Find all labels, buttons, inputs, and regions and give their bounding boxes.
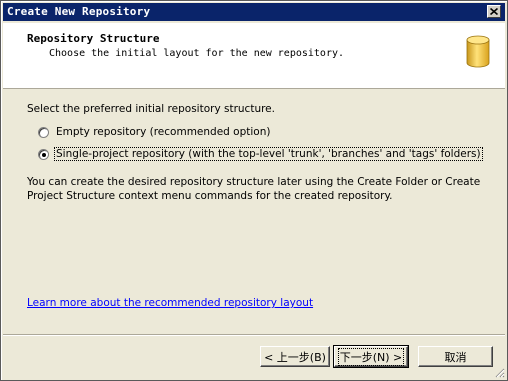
next-button[interactable]: 下一步(N) > — [333, 345, 409, 368]
wizard-header: Repository Structure Choose the initial … — [3, 23, 505, 89]
create-repository-dialog: Create New Repository Repository Structu… — [0, 0, 508, 381]
structure-info-text: You can create the desired repository st… — [27, 176, 481, 202]
page-subtitle: Choose the initial layout for the new re… — [49, 48, 345, 59]
option-empty-label[interactable]: Empty repository (recommended option) — [55, 126, 271, 138]
option-single-project-label[interactable]: Single-project repository (with the top-… — [54, 147, 483, 161]
back-button-label: < 上一步(B) — [264, 350, 326, 364]
resize-grip-icon[interactable] — [493, 366, 505, 378]
back-button[interactable]: < 上一步(B) — [260, 346, 330, 367]
learn-more-link[interactable]: Learn more about the recommended reposit… — [27, 297, 313, 309]
radio-single-project[interactable] — [38, 148, 49, 160]
close-button[interactable] — [487, 5, 501, 18]
cancel-button-label: 取消 — [444, 350, 467, 364]
cancel-button[interactable]: 取消 — [418, 346, 493, 367]
page-title: Repository Structure — [27, 32, 160, 45]
structure-prompt: Select the preferred initial repository … — [27, 103, 275, 115]
radio-empty[interactable] — [38, 126, 49, 138]
footer-divider — [3, 334, 505, 336]
next-button-label: 下一步(N) > — [337, 347, 405, 366]
option-empty-repository[interactable]: Empty repository (recommended option) — [38, 124, 271, 140]
close-icon — [490, 8, 498, 15]
database-icon — [466, 35, 490, 68]
option-single-project[interactable]: Single-project repository (with the top-… — [38, 146, 483, 162]
window-title: Create New Repository — [7, 5, 151, 18]
title-bar[interactable]: Create New Repository — [3, 3, 505, 21]
